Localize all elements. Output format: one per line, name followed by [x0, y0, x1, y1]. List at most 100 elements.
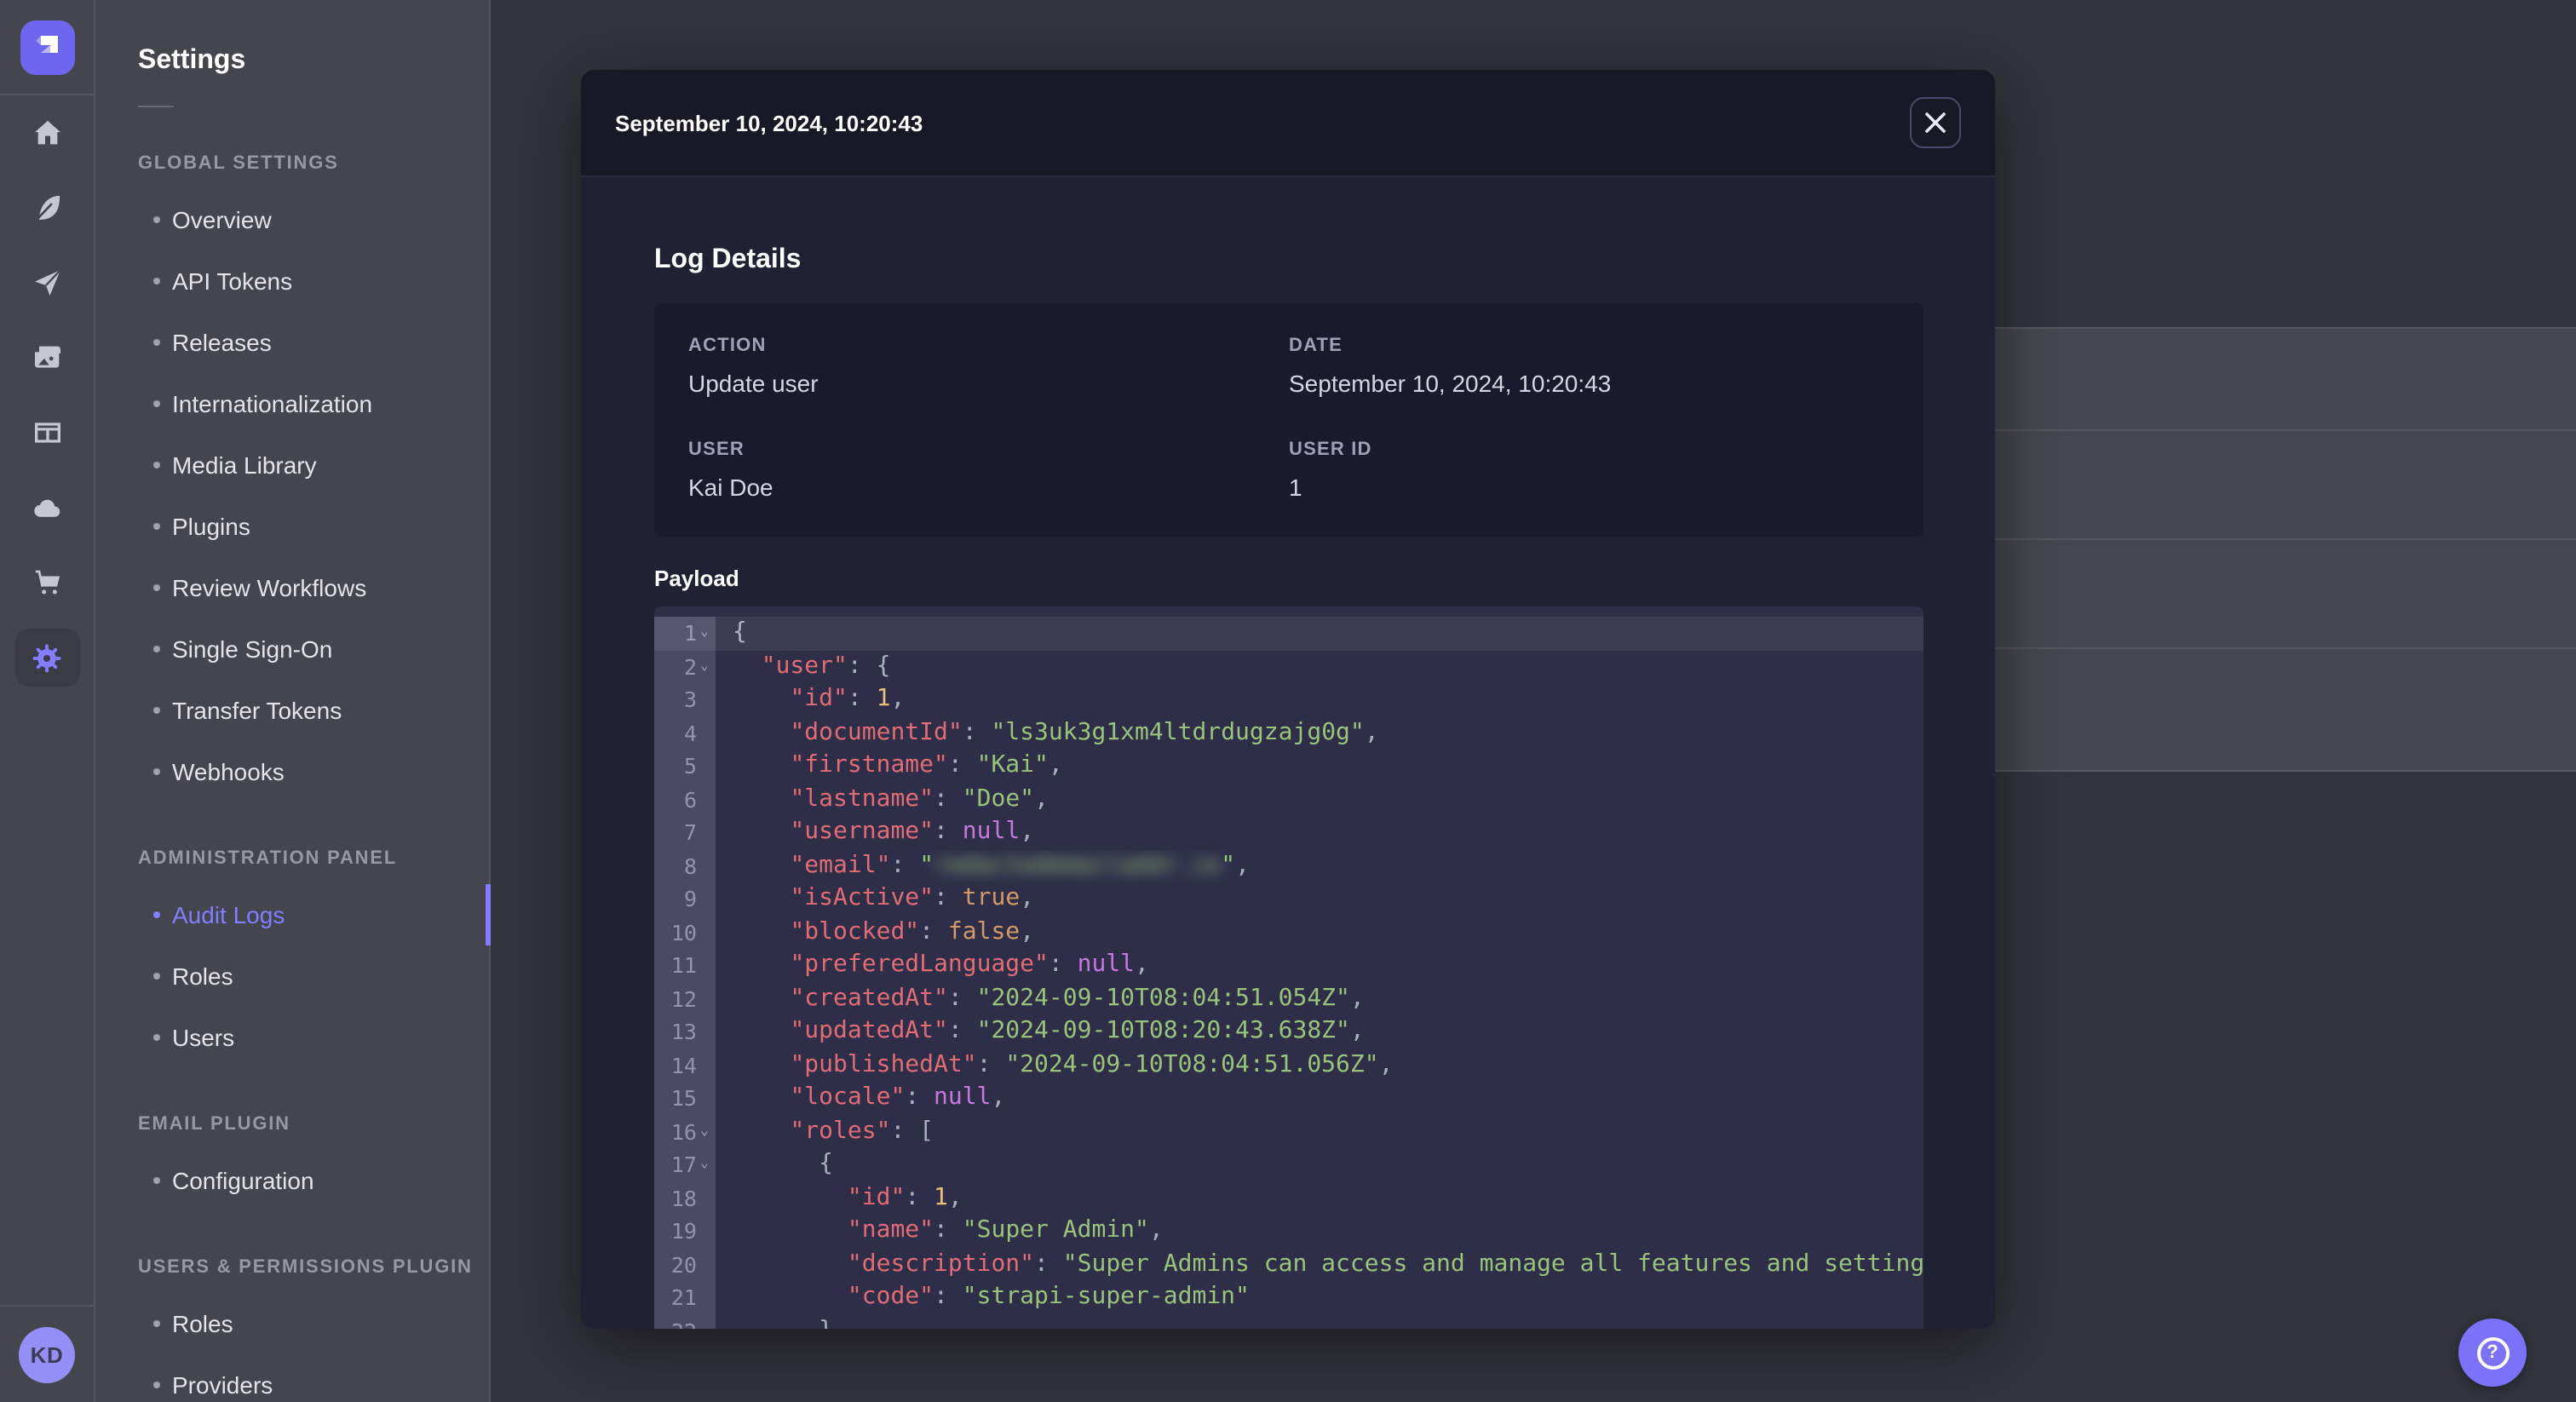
code-line-6: 6 "lastname": "Doe",: [654, 783, 1923, 816]
code-text: "lastname": "Doe",: [716, 783, 1923, 816]
sidebar-item-users[interactable]: Users: [95, 1007, 488, 1068]
code-text: "documentId": "ls3uk3g1xm4ltdrdugzajg0g"…: [716, 716, 1923, 750]
line-number: 12: [670, 985, 697, 1011]
rail-item-media-library[interactable]: [0, 320, 94, 395]
send-icon: [14, 254, 79, 312]
sidebar-item-overview[interactable]: Overview: [95, 189, 488, 250]
strapi-logo-icon: [36, 36, 58, 53]
sidebar-item-configuration[interactable]: Configuration: [95, 1150, 488, 1211]
gutter-cell[interactable]: 10: [654, 916, 716, 949]
close-button[interactable]: [1910, 97, 1961, 148]
gutter-cell[interactable]: 13: [654, 1015, 716, 1049]
rail-item-home[interactable]: [0, 95, 94, 170]
rail-item-cart[interactable]: [0, 545, 94, 620]
rail-item-feather[interactable]: [0, 170, 94, 245]
gutter-cell[interactable]: 21: [654, 1281, 716, 1314]
sidebar-item-internationalization[interactable]: Internationalization: [95, 373, 488, 434]
gutter-cell[interactable]: 8: [654, 849, 716, 882]
token-k: "id": [847, 1183, 906, 1210]
rail-item-cloud[interactable]: [0, 470, 94, 545]
sidebar-item-roles[interactable]: Roles: [95, 1293, 488, 1354]
cart-icon: [14, 554, 79, 612]
sidebar-item-plugins[interactable]: Plugins: [95, 496, 488, 557]
fold-chevron-icon[interactable]: ⌄: [697, 615, 712, 648]
token-s: "strapi-super-admin": [962, 1283, 1250, 1310]
sidebar-item-review-workflows[interactable]: Review Workflows: [95, 557, 488, 618]
gutter-cell[interactable]: 15: [654, 1082, 716, 1115]
code-line-8: 8 "email": "redactedemailaddr.io",: [654, 849, 1923, 882]
token-k: "isActive": [790, 884, 934, 911]
token-p: ,: [1364, 718, 1379, 745]
bullet-icon: [153, 768, 160, 775]
code-line-5: 5 "firstname": "Kai",: [654, 750, 1923, 783]
token-k: "user": [761, 652, 848, 679]
payload-code-block[interactable]: 1 ⌄{2 ⌄ "user": {3 "id": 1, 4 "documentId":…: [654, 606, 1923, 1329]
line-number: 18: [670, 1185, 697, 1210]
gutter-cell[interactable]: 12: [654, 982, 716, 1015]
gutter-cell[interactable]: 3: [654, 683, 716, 716]
fold-chevron-icon[interactable]: ⌄: [697, 1113, 712, 1146]
modal-title: September 10, 2024, 10:20:43: [615, 110, 923, 135]
fold-chevron-icon[interactable]: ⌄: [697, 648, 712, 681]
sidebar-item-transfer-tokens[interactable]: Transfer Tokens: [95, 680, 488, 741]
token-p: ,: [1148, 1216, 1164, 1244]
gutter-cell[interactable]: 11: [654, 949, 716, 982]
fold-chevron-icon[interactable]: ⌄: [697, 1146, 712, 1180]
bullet-icon: [153, 1177, 160, 1184]
gutter-cell[interactable]: 14: [654, 1049, 716, 1082]
gutter-cell[interactable]: 4: [654, 716, 716, 750]
line-number: 19: [670, 1218, 697, 1244]
gutter-cell[interactable]: 22: [654, 1314, 716, 1329]
token-p: :: [934, 1216, 963, 1244]
code-line-13: 13 "updatedAt": "2024-09-10T08:20:43.638…: [654, 1015, 1923, 1049]
sidebar-item-single-sign-on[interactable]: Single Sign-On: [95, 618, 488, 680]
gutter-cell[interactable]: 18: [654, 1181, 716, 1215]
rail-item-gear[interactable]: [0, 620, 94, 695]
gutter-cell[interactable]: 6: [654, 783, 716, 816]
token-p: ,: [1349, 984, 1365, 1011]
detail-field-action: ACTION Update user: [688, 336, 1289, 397]
gutter-cell[interactable]: 2 ⌄: [654, 650, 716, 683]
gutter-cell[interactable]: 17 ⌄: [654, 1148, 716, 1181]
sidebar-item-media-library[interactable]: Media Library: [95, 434, 488, 496]
token-p: :: [976, 1050, 1006, 1077]
detail-value: Kai Doe: [688, 474, 773, 501]
gutter-cell[interactable]: 19: [654, 1215, 716, 1248]
avatar[interactable]: KD: [19, 1326, 75, 1382]
bullet-icon: [153, 646, 160, 652]
token-p: :: [934, 884, 963, 911]
sidebar-item-webhooks[interactable]: Webhooks: [95, 741, 488, 802]
gutter-cell[interactable]: 1 ⌄: [654, 617, 716, 650]
sidebar-item-label: Configuration: [172, 1167, 314, 1194]
gutter-cell[interactable]: 5: [654, 750, 716, 783]
sidebar-item-releases[interactable]: Releases: [95, 312, 488, 373]
rail-bottom-section: KD: [0, 1305, 94, 1402]
sidebar-item-roles[interactable]: Roles: [95, 945, 488, 1007]
sidebar-item-label: Plugins: [172, 513, 250, 540]
token-s: "Super Admins can access and manage all …: [1062, 1250, 1923, 1277]
gutter-cell[interactable]: 9: [654, 882, 716, 916]
code-line-1: 1 ⌄ {: [654, 617, 1923, 650]
bullet-icon: [153, 584, 160, 591]
sidebar-item-audit-logs[interactable]: Audit Logs: [95, 884, 490, 945]
detail-value: Update user: [688, 370, 819, 397]
gutter-cell[interactable]: 16 ⌄: [654, 1115, 716, 1148]
token-p: ,: [1048, 751, 1063, 779]
line-number: 15: [670, 1085, 697, 1111]
code-text: "description": "Super Admins can access …: [716, 1248, 1923, 1281]
rail-item-send[interactable]: [0, 245, 94, 320]
rail-item-layout[interactable]: [0, 395, 94, 470]
title-divider: [138, 106, 174, 107]
strapi-logo[interactable]: [20, 20, 74, 74]
gutter-cell[interactable]: 20: [654, 1248, 716, 1281]
code-line-9: 9 "isActive": true,: [654, 882, 1923, 916]
detail-label: DATE: [1289, 336, 1343, 356]
code-text: "user": {: [716, 650, 1923, 683]
help-button[interactable]: ?: [2458, 1319, 2527, 1387]
code-text: "publishedAt": "2024-09-10T08:04:51.056Z…: [716, 1049, 1923, 1082]
line-number: 2: [683, 653, 697, 679]
gutter-cell[interactable]: 7: [654, 816, 716, 849]
home-icon: [14, 104, 79, 162]
sidebar-item-api-tokens[interactable]: API Tokens: [95, 250, 488, 312]
sidebar-item-providers[interactable]: Providers: [95, 1354, 488, 1402]
